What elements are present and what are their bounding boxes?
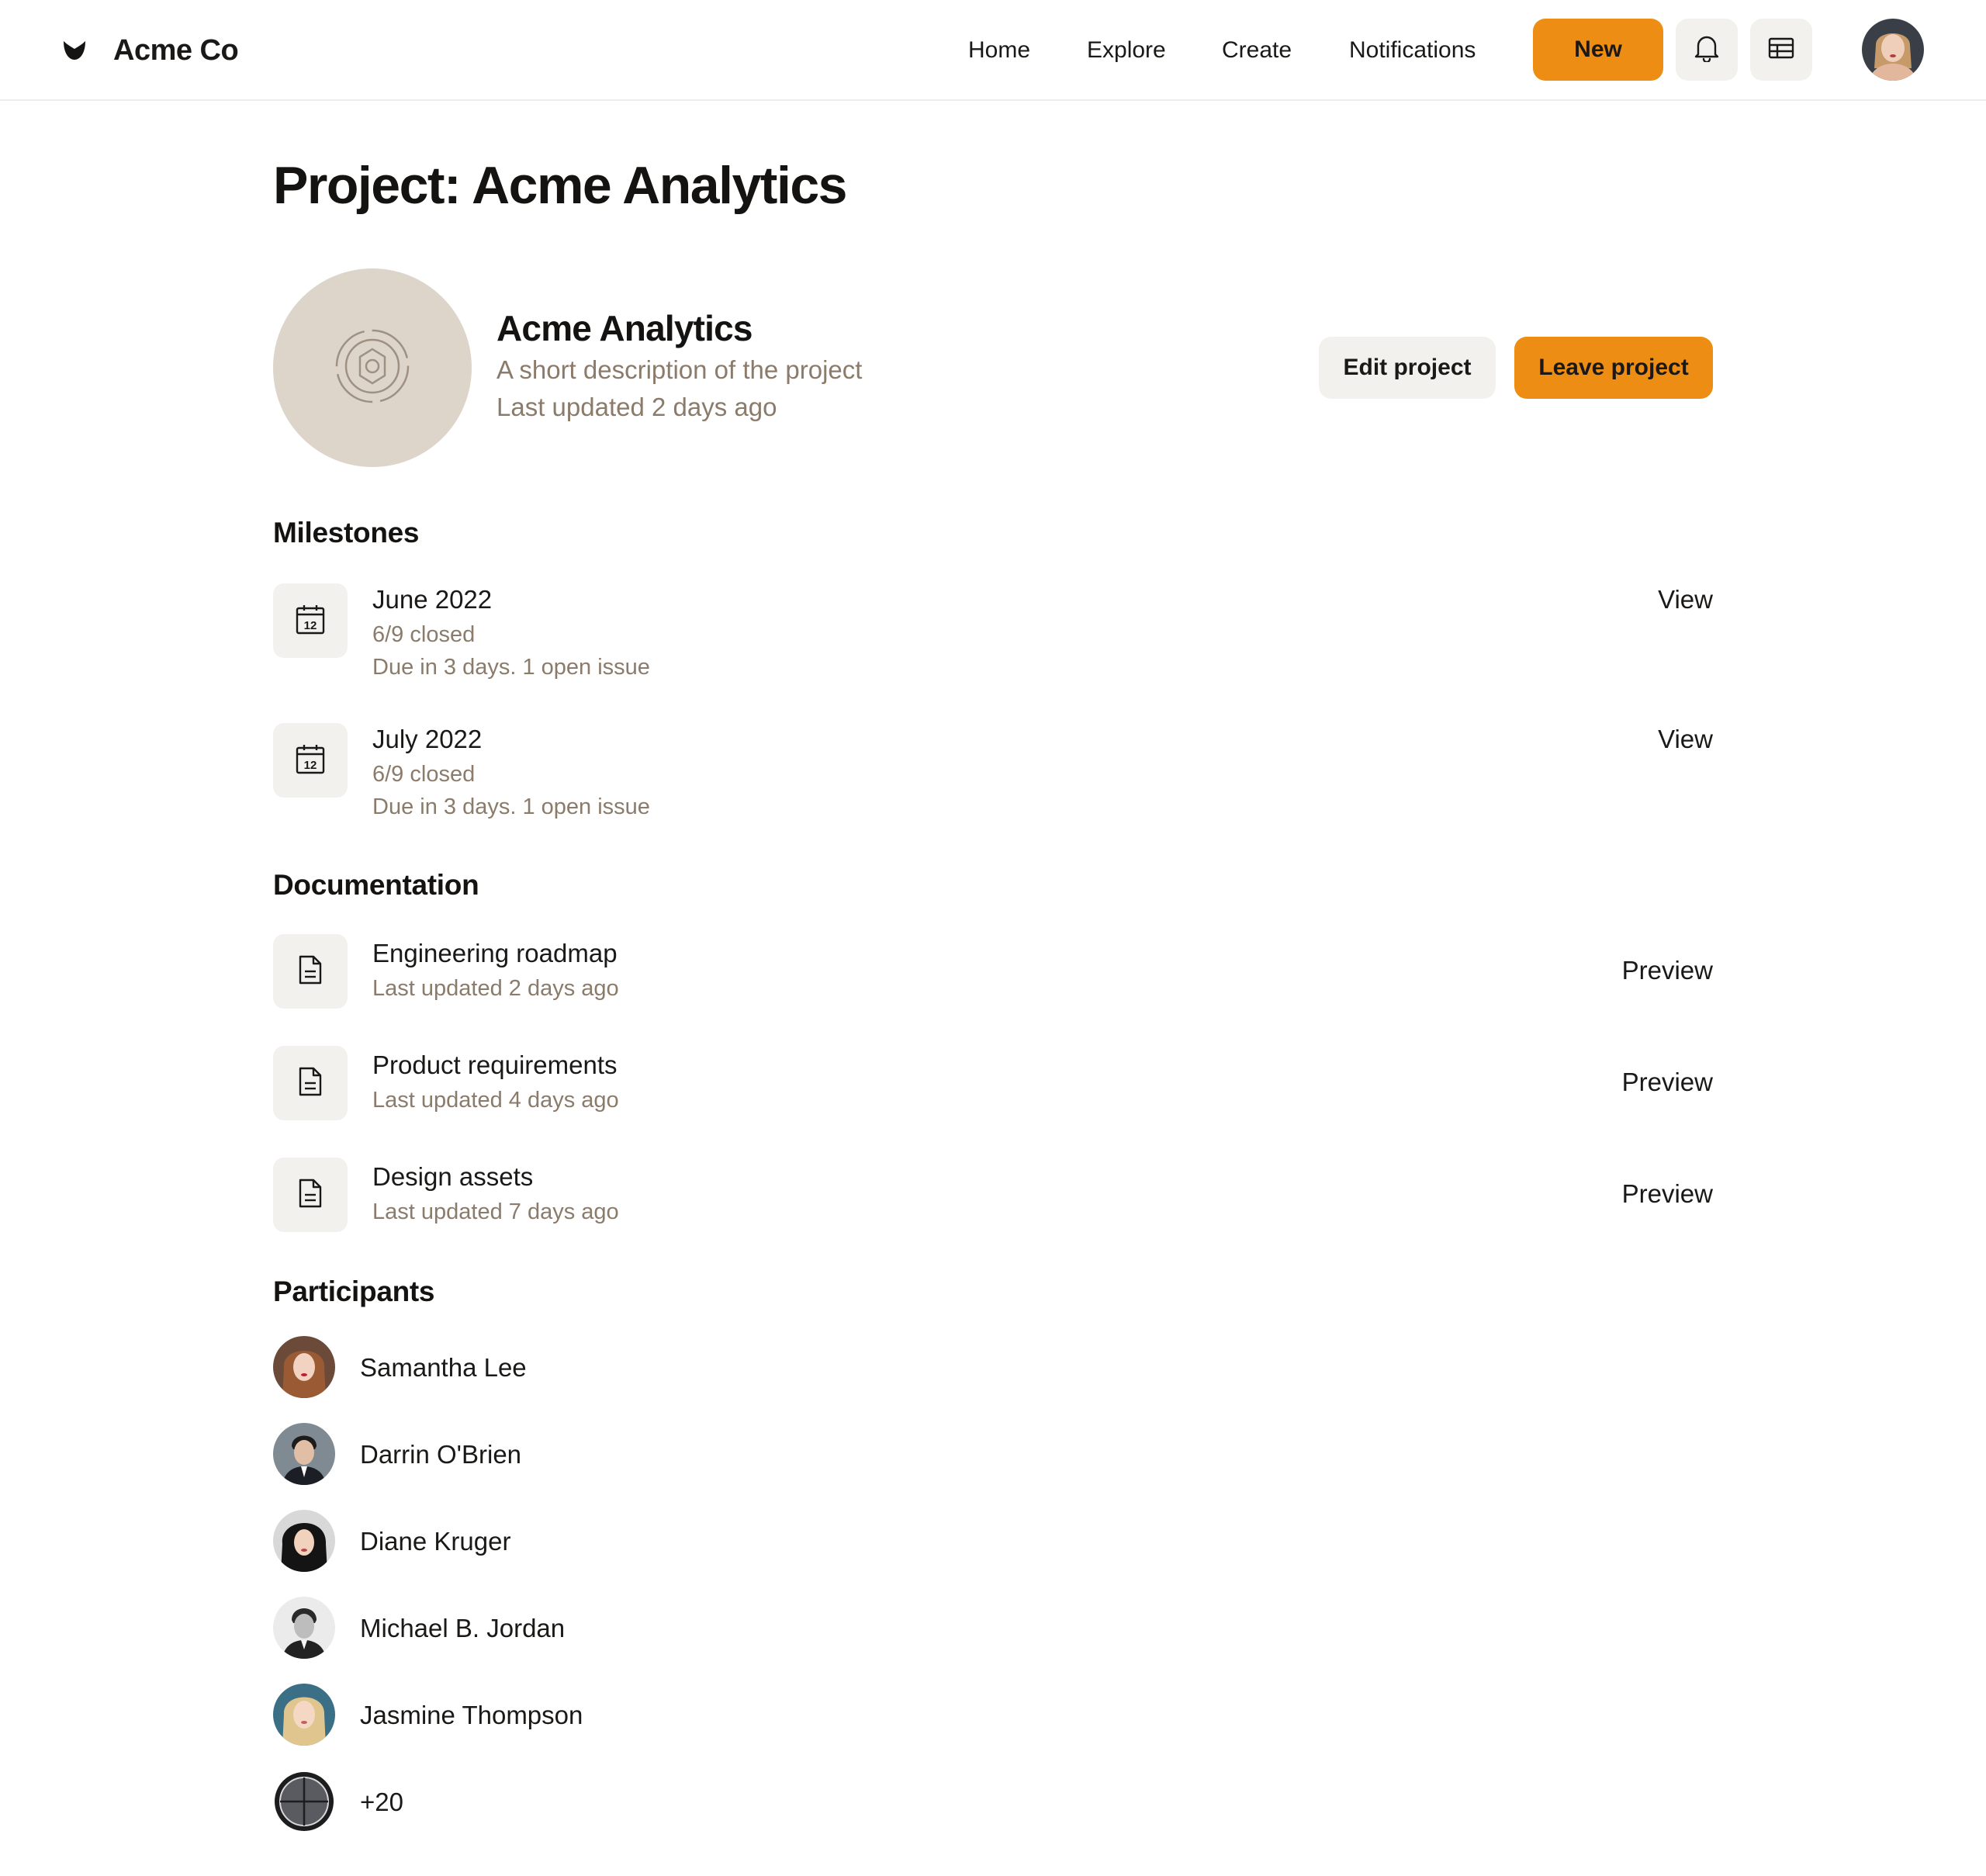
- document-tile: [273, 1158, 348, 1232]
- document-title: Engineering roadmap: [372, 939, 618, 967]
- top-navbar: Acme Co Home Explore Create Notification…: [0, 0, 1986, 101]
- bell-icon: [1694, 34, 1720, 66]
- svg-text:12: 12: [304, 759, 317, 772]
- avatar: [273, 1510, 335, 1572]
- view-milestone-link[interactable]: View: [1658, 725, 1713, 754]
- nav-create[interactable]: Create: [1222, 31, 1292, 70]
- document-updated: Last updated 2 days ago: [372, 976, 619, 1001]
- preview-document-link[interactable]: Preview: [1622, 1068, 1713, 1097]
- nav-notifications[interactable]: Notifications: [1349, 31, 1476, 70]
- notifications-button[interactable]: [1676, 19, 1738, 81]
- svg-text:12: 12: [304, 619, 317, 632]
- view-milestone-link[interactable]: View: [1658, 585, 1713, 614]
- milestone-closed: 6/9 closed: [372, 762, 476, 787]
- leave-project-button[interactable]: Leave project: [1514, 337, 1713, 399]
- milestone-due: Due in 3 days. 1 open issue: [372, 655, 650, 680]
- participant-name: Jasmine Thompson: [360, 1701, 583, 1729]
- project-last-updated: Last updated 2 days ago: [496, 393, 777, 421]
- calendar-icon: 12: [296, 604, 325, 639]
- project-logo: [273, 268, 472, 467]
- milestones-heading: Milestones: [273, 517, 420, 549]
- new-button[interactable]: New: [1533, 19, 1663, 81]
- avatar: [273, 1336, 335, 1398]
- document-updated: Last updated 7 days ago: [372, 1199, 619, 1224]
- calendar-icon: 12: [296, 743, 325, 778]
- avatar: [273, 1684, 335, 1746]
- document-icon: [298, 1178, 323, 1213]
- brand[interactable]: Acme Co: [62, 31, 239, 70]
- nav-explore[interactable]: Explore: [1087, 31, 1166, 70]
- milestone-title: June 2022: [372, 585, 493, 614]
- avatar: [273, 1423, 335, 1485]
- milestone-closed: 6/9 closed: [372, 622, 476, 647]
- document-title: Product requirements: [372, 1050, 618, 1079]
- preview-document-link[interactable]: Preview: [1622, 1179, 1713, 1209]
- paw-leaf-icon: [62, 38, 87, 63]
- nav-home[interactable]: Home: [968, 31, 1030, 70]
- project-name: Acme Analytics: [496, 308, 753, 348]
- brand-name: Acme Co: [113, 33, 239, 67]
- document-updated: Last updated 4 days ago: [372, 1088, 619, 1113]
- table-icon: [1768, 37, 1794, 63]
- milestone-due: Due in 3 days. 1 open issue: [372, 794, 650, 819]
- milestone-title: July 2022: [372, 725, 483, 753]
- more-participants-avatar: [273, 1770, 335, 1833]
- user-avatar[interactable]: [1862, 19, 1924, 81]
- documentation-heading: Documentation: [273, 869, 479, 901]
- calendar-tile: 12: [273, 723, 348, 798]
- avatar: [273, 1597, 335, 1659]
- table-view-button[interactable]: [1750, 19, 1812, 81]
- preview-document-link[interactable]: Preview: [1622, 956, 1713, 985]
- document-tile: [273, 934, 348, 1009]
- document-icon: [298, 954, 323, 989]
- project-logo-icon: [334, 327, 411, 409]
- project-description: A short description of the project: [496, 355, 863, 384]
- edit-project-button[interactable]: Edit project: [1319, 337, 1496, 399]
- participant-name: Michael B. Jordan: [360, 1614, 566, 1642]
- calendar-tile: 12: [273, 583, 348, 658]
- participant-name: Samantha Lee: [360, 1353, 527, 1382]
- document-tile: [273, 1046, 348, 1120]
- participants-heading: Participants: [273, 1275, 435, 1307]
- page-title: Project: Acme Analytics: [273, 156, 847, 215]
- more-participants-count: +20: [360, 1788, 403, 1816]
- participant-name: Darrin O'Brien: [360, 1440, 522, 1469]
- participant-name: Diane Kruger: [360, 1527, 511, 1556]
- document-title: Design assets: [372, 1162, 534, 1191]
- document-icon: [298, 1066, 323, 1101]
